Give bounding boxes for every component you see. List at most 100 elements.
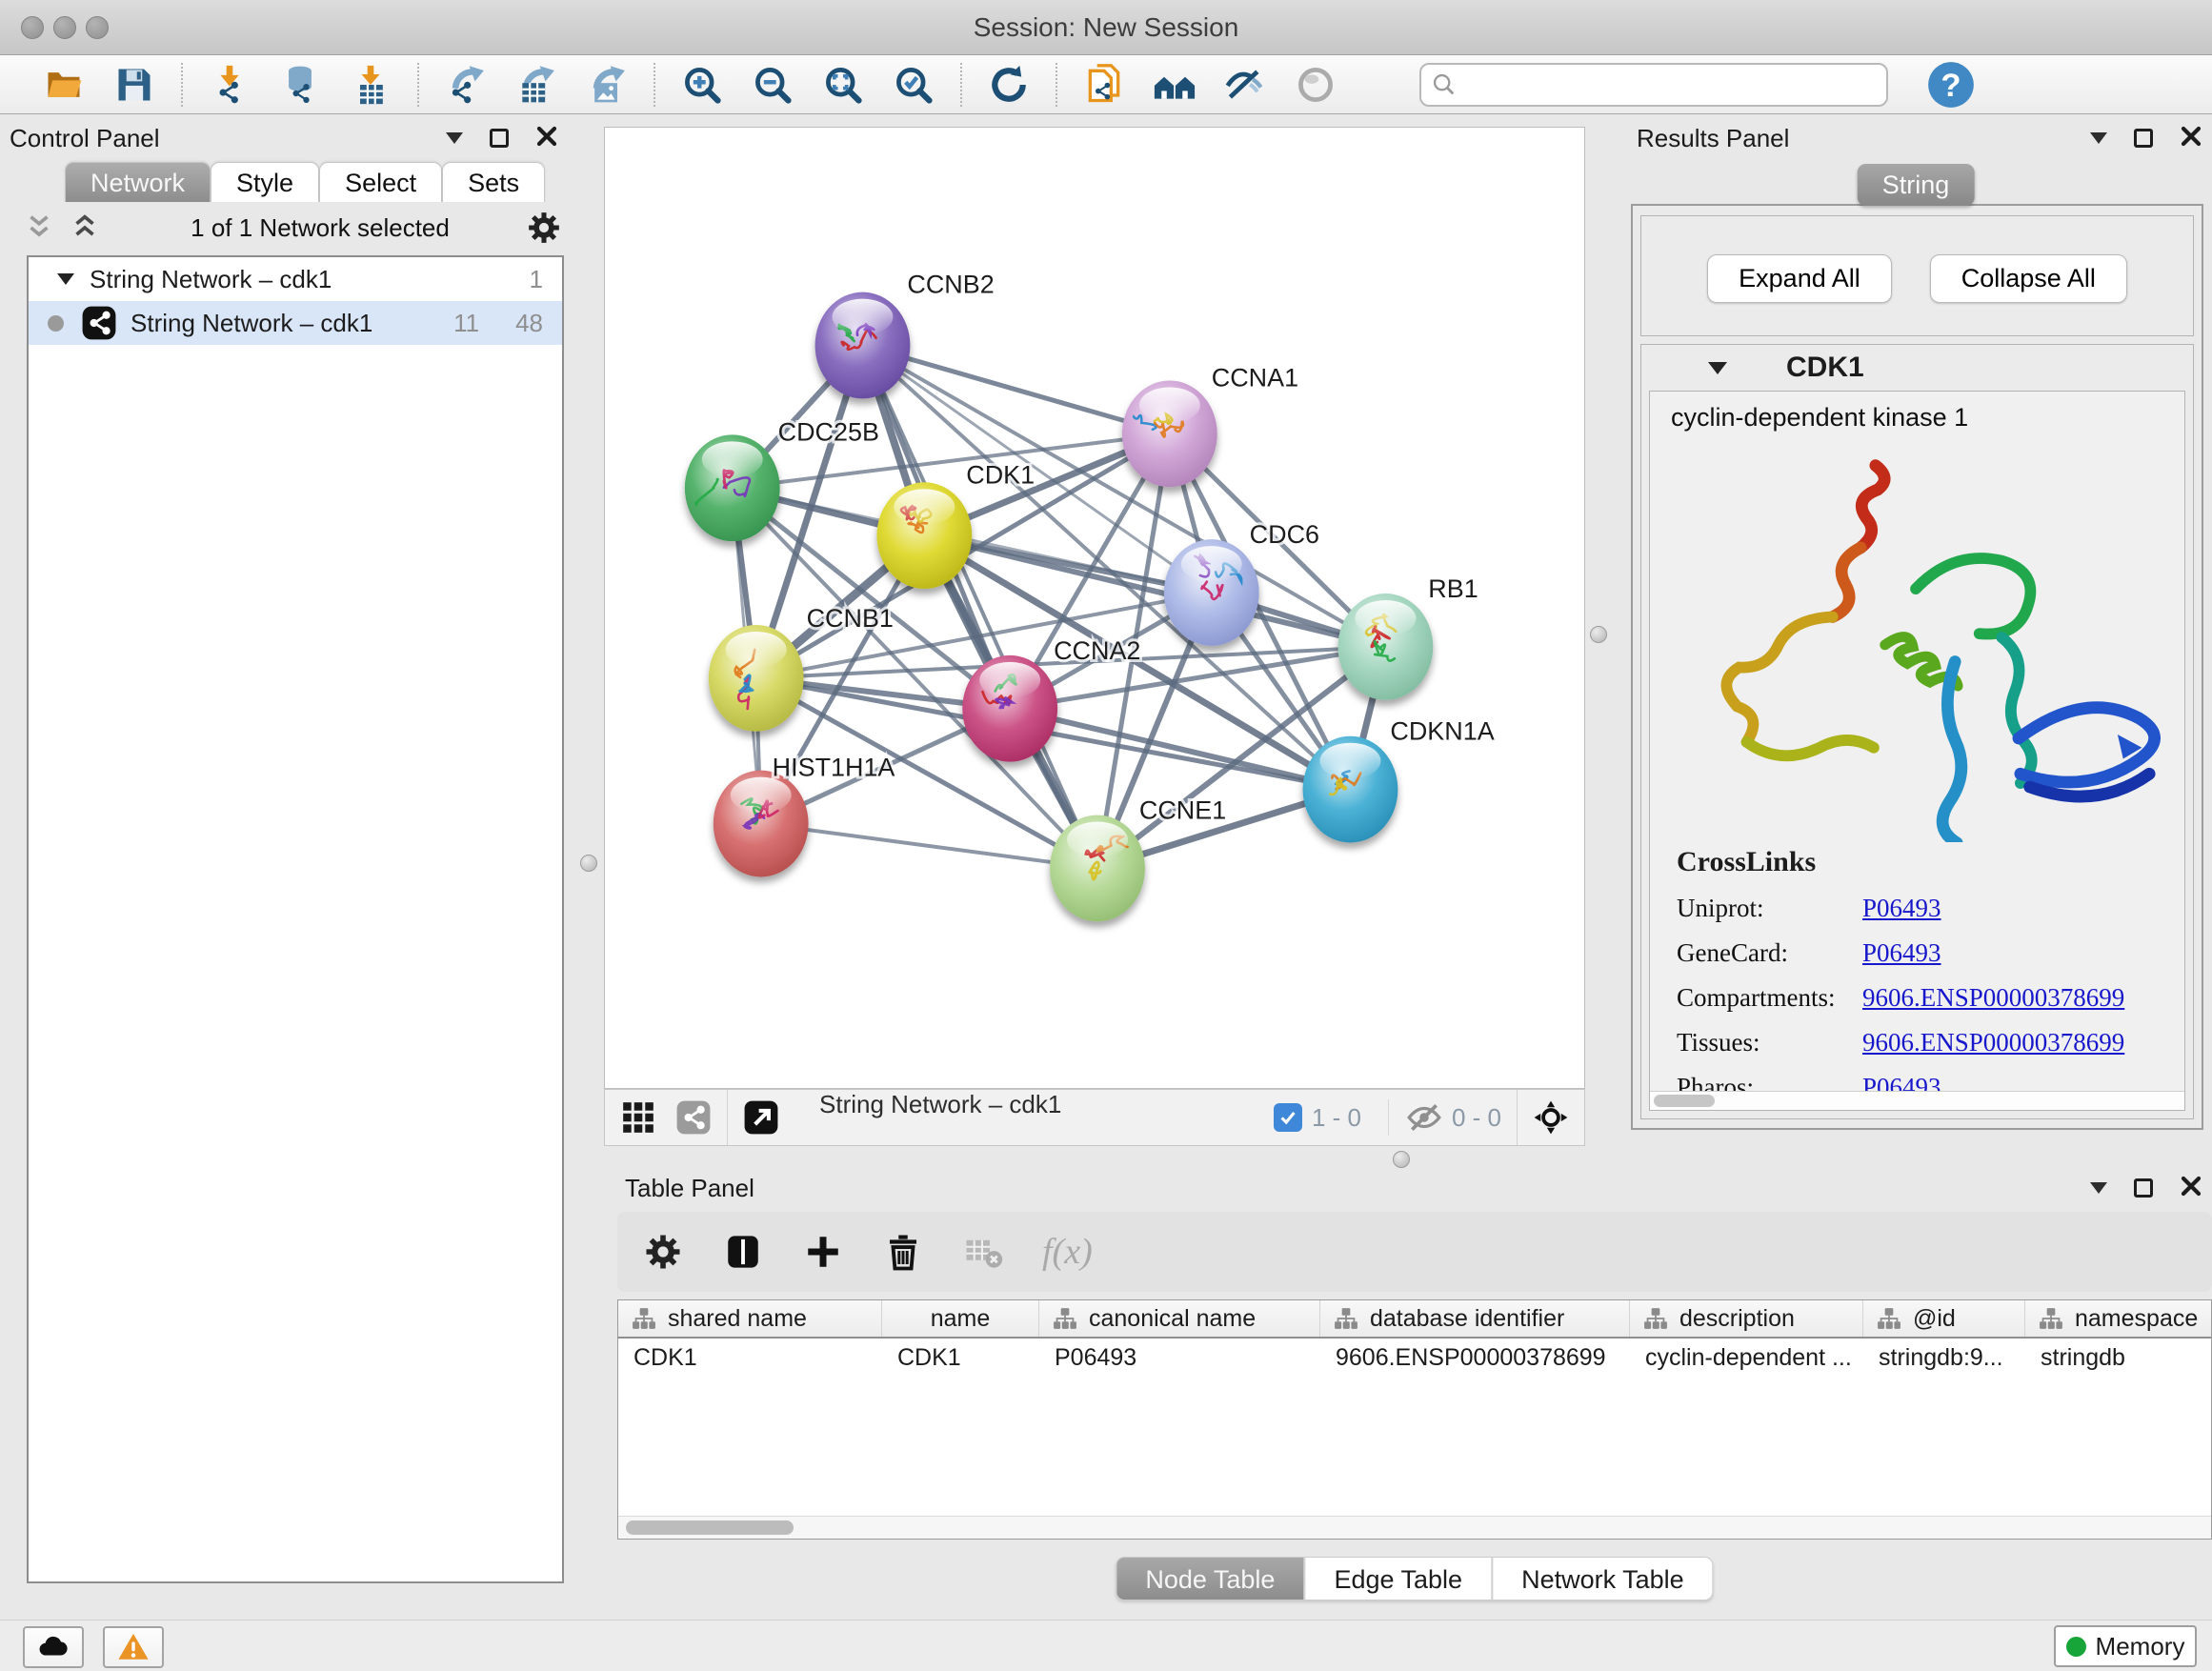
expand-all-button[interactable]: Expand All <box>1707 254 1892 303</box>
memory-button[interactable]: Memory <box>2054 1625 2197 1667</box>
tab-string[interactable]: String <box>1858 164 1975 206</box>
string-home-icon[interactable] <box>1153 63 1196 107</box>
panel-float-icon[interactable] <box>2134 129 2153 148</box>
table-row[interactable]: CDK1CDK1P064939606.ENSP00000378699cyclin… <box>618 1339 2211 1377</box>
bottom-splitter-handle[interactable] <box>1393 1151 1410 1168</box>
table-cell[interactable]: 9606.ENSP00000378699 <box>1320 1339 1630 1377</box>
export-image-icon[interactable] <box>585 63 629 107</box>
table-cell[interactable]: cyclin-dependent ... <box>1630 1339 1863 1377</box>
tree-expander-icon[interactable] <box>57 273 74 293</box>
import-table-icon[interactable] <box>349 63 392 107</box>
node-CCNE1[interactable]: CCNE1 <box>1050 796 1226 922</box>
column-header-name[interactable]: name <box>882 1300 1039 1337</box>
node-CCNB2[interactable]: CCNB2 <box>815 271 995 399</box>
tab-network[interactable]: Network <box>65 162 211 202</box>
zoom-out-icon[interactable] <box>751 63 794 107</box>
zoom-fit-icon[interactable] <box>821 63 865 107</box>
table-cell[interactable]: stringdb:9... <box>1863 1339 2025 1377</box>
expand-all-icon[interactable] <box>69 211 101 244</box>
crosslinks-title: CrossLinks <box>1677 846 2184 878</box>
tab-select[interactable]: Select <box>319 162 442 202</box>
search-input[interactable] <box>1465 71 1877 98</box>
table-cell[interactable]: stringdb <box>2025 1339 2212 1377</box>
search-box[interactable] <box>1419 63 1888 107</box>
column-header-description[interactable]: description <box>1630 1300 1863 1337</box>
network-row-selected[interactable]: String Network – cdk1 11 48 <box>29 301 562 345</box>
delete-column-icon[interactable] <box>882 1231 924 1273</box>
edge-CCNB2-CCNE1[interactable] <box>862 346 1097 869</box>
table-cell[interactable]: CDK1 <box>618 1339 882 1377</box>
import-network-icon[interactable] <box>208 63 251 107</box>
cloud-status-button[interactable] <box>23 1626 84 1668</box>
scrollbar-thumb[interactable] <box>626 1520 794 1535</box>
network-graph[interactable]: CCNB2CCNA1CDC25BCDK1CDC6RB1CCNB1CCNA2CDK… <box>605 128 1584 1088</box>
network-share-icon[interactable] <box>675 1099 712 1136</box>
network-canvas[interactable]: CCNB2CCNA1CDC25BCDK1CDC6RB1CCNB1CCNA2CDK… <box>604 127 1585 1089</box>
crosslink-value-link[interactable]: P06493 <box>1862 894 1941 923</box>
entry-header[interactable]: CDK1 <box>1641 345 2193 391</box>
panel-close-icon[interactable] <box>2180 1175 2202 1202</box>
node-HIST1H1A[interactable]: HIST1H1A <box>714 754 895 877</box>
table-horizontal-scrollbar[interactable] <box>618 1516 2211 1539</box>
export-network-icon[interactable] <box>444 63 488 107</box>
panel-close-icon[interactable] <box>535 125 558 152</box>
zoom-in-icon[interactable] <box>680 63 724 107</box>
panel-float-icon[interactable] <box>490 129 509 148</box>
zoom-selected-icon[interactable] <box>892 63 935 107</box>
string-document-icon[interactable] <box>1082 63 1126 107</box>
refresh-icon[interactable] <box>987 63 1031 107</box>
node-RB1[interactable]: RB1 <box>1337 574 1478 700</box>
right-splitter-handle[interactable] <box>1590 626 1607 643</box>
save-session-icon[interactable] <box>112 63 156 107</box>
panel-menu-icon[interactable] <box>446 132 463 152</box>
warnings-button[interactable] <box>103 1626 164 1668</box>
selected-checkbox-icon[interactable] <box>1274 1103 1302 1132</box>
crosshair-icon[interactable] <box>1533 1099 1569 1136</box>
tab-network-table[interactable]: Network Table <box>1492 1557 1714 1601</box>
panel-menu-icon[interactable] <box>2090 1182 2107 1202</box>
crosslink-value-link[interactable]: 9606.ENSP00000378699 <box>1862 1028 2124 1057</box>
collapse-all-icon[interactable] <box>23 211 55 244</box>
crosslink-value-link[interactable]: P06493 <box>1862 938 1941 968</box>
node-CDKN1A[interactable]: CDKN1A <box>1303 717 1495 843</box>
node-CCNB1[interactable]: CCNB1 <box>709 604 894 732</box>
birds-eye-grid-icon[interactable] <box>620 1099 656 1136</box>
column-header-shared-name[interactable]: shared name <box>618 1300 882 1337</box>
column-header-canonical-name[interactable]: canonical name <box>1039 1300 1320 1337</box>
scrollbar-thumb[interactable] <box>1654 1095 1715 1107</box>
tab-sets[interactable]: Sets <box>442 162 545 202</box>
add-column-icon[interactable] <box>802 1231 844 1273</box>
edge-CCNE1-HIST1H1A[interactable] <box>761 824 1097 869</box>
show-eye-icon[interactable] <box>1294 63 1337 107</box>
column-header--id[interactable]: @id <box>1863 1300 2025 1337</box>
node-CDC25B[interactable]: CDC25B <box>685 417 879 541</box>
column-header-namespace[interactable]: namespace <box>2025 1300 2212 1337</box>
panel-close-icon[interactable] <box>2180 125 2202 152</box>
panel-float-icon[interactable] <box>2134 1178 2153 1198</box>
tab-style[interactable]: Style <box>211 162 319 202</box>
show-columns-icon[interactable] <box>722 1231 764 1273</box>
export-table-icon[interactable] <box>514 63 558 107</box>
network-options-gear-icon[interactable] <box>526 210 562 246</box>
collapse-all-button[interactable]: Collapse All <box>1930 254 2127 303</box>
hide-glasses-icon[interactable] <box>1223 63 1267 107</box>
help-icon[interactable]: ? <box>1926 60 1976 110</box>
tab-edge-table[interactable]: Edge Table <box>1304 1557 1492 1601</box>
column-header-database-identifier[interactable]: database identifier <box>1320 1300 1630 1337</box>
entry-expander-icon[interactable] <box>1708 362 1727 384</box>
export-view-icon[interactable] <box>743 1099 779 1136</box>
crosslink-value-link[interactable]: 9606.ENSP00000378699 <box>1862 983 2124 1013</box>
table-cell[interactable]: CDK1 <box>882 1339 1039 1377</box>
import-network-database-icon[interactable] <box>278 63 322 107</box>
panel-menu-icon[interactable] <box>2090 132 2107 152</box>
tab-node-table[interactable]: Node Table <box>1116 1557 1304 1601</box>
table-cell[interactable]: P06493 <box>1039 1339 1320 1377</box>
left-splitter-handle[interactable] <box>580 855 597 872</box>
node-CDK1[interactable]: CDK1 <box>876 460 1035 589</box>
table-options-gear-icon[interactable] <box>642 1231 684 1273</box>
hidden-eye-icon[interactable] <box>1406 1099 1442 1136</box>
results-horizontal-scrollbar[interactable] <box>1650 1091 2184 1110</box>
open-session-icon[interactable] <box>42 63 86 107</box>
node-CCNA1[interactable]: CCNA1 <box>1118 363 1298 487</box>
network-collection-row[interactable]: String Network – cdk1 1 <box>29 257 562 301</box>
